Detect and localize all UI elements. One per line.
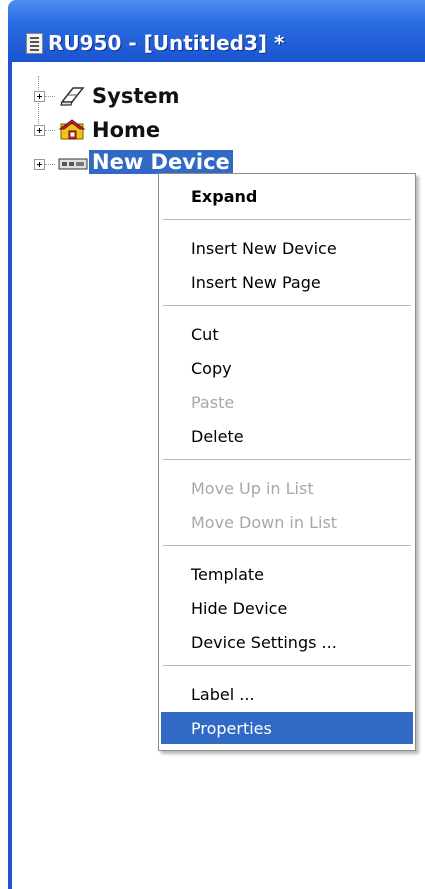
menu-item-insert-new-device[interactable]: Insert New Device — [161, 232, 413, 264]
document-icon — [26, 33, 43, 54]
home-icon — [58, 119, 86, 140]
app-window: RU950 - [Untitled3] * System Home New De… — [8, 0, 425, 889]
tree-node-system[interactable]: System — [12, 80, 312, 112]
tree-connector — [45, 130, 55, 131]
menu-item-insert-new-page[interactable]: Insert New Page — [161, 266, 413, 298]
menu-item-copy[interactable]: Copy — [161, 352, 413, 384]
menu-item-properties[interactable]: Properties — [161, 712, 413, 744]
window-title: RU950 - [Untitled3] * — [48, 31, 285, 55]
expand-plus-icon[interactable] — [34, 159, 45, 170]
menu-item-template[interactable]: Template — [161, 558, 413, 590]
menu-item-paste: Paste — [191, 392, 235, 412]
expand-plus-icon[interactable] — [34, 91, 45, 102]
menu-separator — [163, 459, 411, 461]
title-bar[interactable]: RU950 - [Untitled3] * — [8, 0, 425, 62]
menu-item-delete[interactable]: Delete — [161, 420, 413, 452]
tree-connector — [45, 96, 55, 97]
menu-item-device-settings[interactable]: Device Settings ... — [161, 626, 413, 658]
menu-item-move-down: Move Down in List — [191, 512, 338, 532]
menu-item-move-up: Move Up in List — [191, 478, 314, 498]
tree-node-home[interactable]: Home — [12, 114, 312, 146]
menu-separator — [163, 665, 411, 667]
tree-node-label: Home — [92, 118, 161, 142]
menu-item-hide-device[interactable]: Hide Device — [161, 592, 413, 624]
device-icon — [58, 158, 88, 170]
menu-separator — [163, 305, 411, 307]
tree-node-label: System — [92, 84, 180, 108]
menu-separator — [163, 545, 411, 547]
expand-plus-icon[interactable] — [34, 125, 45, 136]
context-menu: Expand Insert New Device Insert New Page… — [158, 173, 416, 751]
menu-item-label[interactable]: Label ... — [161, 678, 413, 710]
tree-connector — [45, 164, 55, 165]
menu-item-expand[interactable]: Expand — [161, 180, 413, 212]
tree-node-label: New Device — [89, 150, 233, 174]
eraser-icon — [60, 87, 85, 106]
menu-item-cut[interactable]: Cut — [161, 318, 413, 350]
menu-separator — [163, 219, 411, 221]
